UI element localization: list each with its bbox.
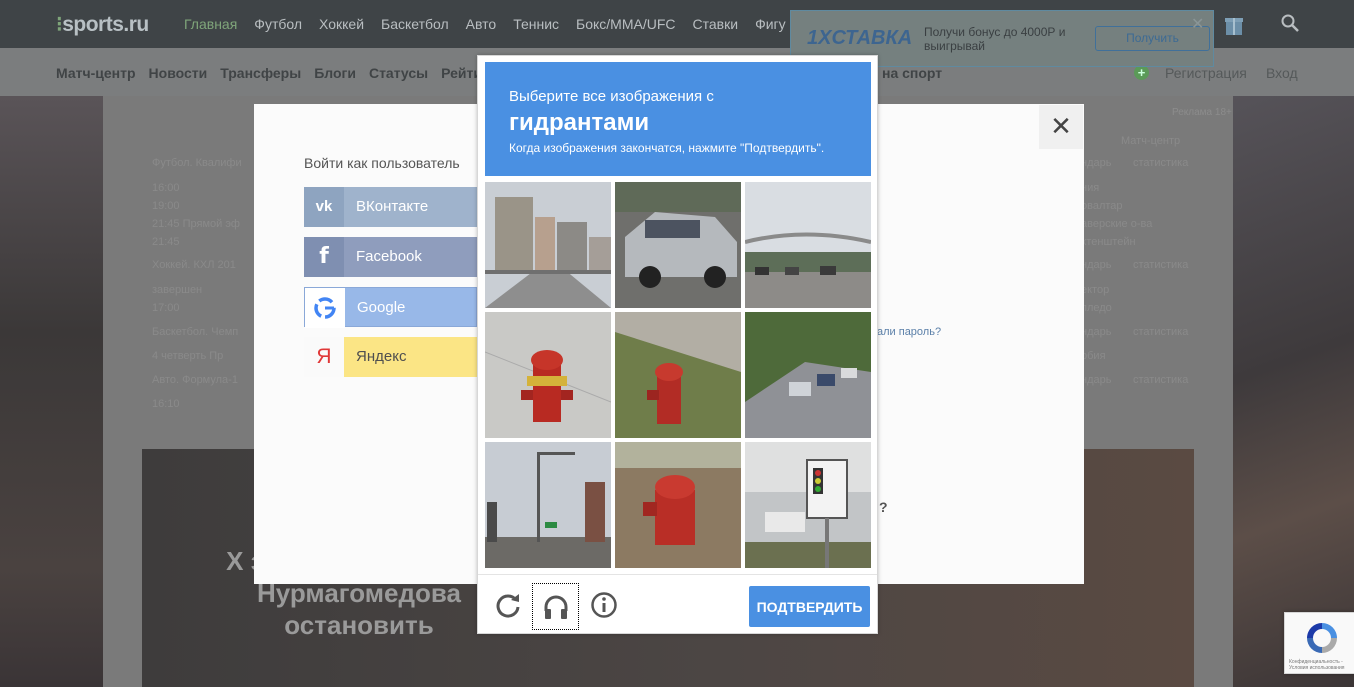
recaptcha-badge[interactable]: Конфиденциальность - Условия использован… bbox=[1284, 612, 1354, 674]
provider-label: Facebook bbox=[356, 248, 422, 265]
captcha-footer: ПОДТВЕРДИТЬ bbox=[478, 574, 877, 634]
match-row: ндарь bbox=[1081, 326, 1112, 338]
subnav-item[interactable]: на спорт bbox=[882, 65, 942, 81]
reload-icon[interactable] bbox=[494, 591, 522, 619]
captcha-tile-fire-hydrant-close[interactable] bbox=[485, 312, 611, 438]
match-row: Футбол. Квалифи bbox=[152, 157, 242, 169]
headphones-icon[interactable] bbox=[532, 583, 579, 630]
google-icon bbox=[305, 288, 345, 328]
ad-label: Реклама 18+ bbox=[1172, 107, 1232, 118]
nav-item[interactable]: Теннис bbox=[513, 16, 559, 32]
login-title: Войти как пользователь bbox=[304, 155, 460, 171]
match-row: Баскетбол. Чемп bbox=[152, 326, 239, 338]
provider-label: Google bbox=[357, 299, 406, 316]
nav-item[interactable]: Ставки bbox=[693, 16, 739, 32]
match-row: аверские о-ва bbox=[1081, 218, 1153, 230]
match-row: 16:00 bbox=[152, 182, 180, 194]
site-logo[interactable]: ⁝sports.ru bbox=[56, 12, 149, 37]
captcha-challenge: Выберите все изображения с гидрантами Ко… bbox=[477, 55, 878, 634]
subnav-item[interactable]: Матч-центр bbox=[56, 65, 136, 81]
match-row: пледо bbox=[1081, 302, 1112, 314]
verify-button[interactable]: ПОДТВЕРДИТЬ bbox=[749, 586, 870, 627]
side-background bbox=[0, 96, 103, 687]
match-row: ндарь bbox=[1081, 157, 1112, 169]
facebook-login-button[interactable]: f Facebook bbox=[304, 237, 477, 277]
match-row: Матч-центр bbox=[1121, 135, 1181, 147]
register-link[interactable]: Регистрация bbox=[1165, 65, 1247, 81]
captcha-tile-silver-car[interactable] bbox=[615, 182, 741, 308]
captcha-tile-city-street[interactable] bbox=[485, 182, 611, 308]
nav-item[interactable]: Бокс/ММА/UFC bbox=[576, 16, 675, 32]
close-icon[interactable]: ✕ bbox=[1191, 14, 1204, 34]
match-row: ндарь bbox=[1081, 374, 1112, 386]
captcha-target: гидрантами bbox=[509, 109, 650, 136]
subnav-item[interactable]: Новости bbox=[149, 65, 208, 81]
main-nav: Главная Футбол Хоккей Баскетбол Авто Тен… bbox=[184, 16, 786, 32]
modal-text: ? bbox=[879, 499, 888, 515]
close-icon[interactable]: ✕ bbox=[1039, 105, 1083, 149]
match-row: ектор bbox=[1081, 284, 1110, 296]
nav-item[interactable]: Баскетбол bbox=[381, 16, 449, 32]
match-row: 4 четверть Пр bbox=[152, 350, 224, 362]
plus-icon[interactable]: + bbox=[1134, 65, 1149, 80]
vk-login-button[interactable]: vk ВКонтакте bbox=[304, 187, 477, 227]
search-icon[interactable] bbox=[1281, 14, 1299, 32]
nav-item[interactable]: Главная bbox=[184, 16, 237, 32]
ad-text: Получи бонус до 4000Р и выигрывай bbox=[924, 25, 1066, 53]
yandex-icon: Я bbox=[304, 337, 344, 377]
match-row: завершен bbox=[152, 284, 203, 296]
nav-item[interactable]: Футбол bbox=[254, 16, 302, 32]
match-row: рбия bbox=[1081, 350, 1106, 362]
match-row: ндарь bbox=[1081, 259, 1112, 271]
match-row: овалтар bbox=[1081, 200, 1123, 212]
captcha-header: Выберите все изображения с гидрантами Ко… bbox=[485, 62, 871, 176]
match-row: статистика bbox=[1133, 374, 1189, 386]
subnav-item[interactable]: Статусы bbox=[369, 65, 428, 81]
match-row: 19:00 bbox=[152, 200, 180, 212]
nav-item[interactable]: Фигу bbox=[755, 16, 786, 32]
forgot-password-link[interactable]: али пароль? bbox=[877, 326, 941, 338]
sub-nav: Матч-центр Новости Трансферы Блоги Стату… bbox=[56, 65, 482, 81]
match-row: 21:45 bbox=[152, 236, 180, 248]
match-row: хтенштейн bbox=[1081, 236, 1136, 248]
recaptcha-terms[interactable]: Конфиденциальность - Условия использован… bbox=[1289, 659, 1354, 671]
captcha-instruction: Выберите все изображения с bbox=[509, 88, 714, 105]
ad-logo: 1XСТАВКА bbox=[807, 27, 913, 49]
captcha-tile-cars-road[interactable] bbox=[745, 312, 871, 438]
nav-item[interactable]: Авто bbox=[466, 16, 497, 32]
provider-label: ВКонтакте bbox=[356, 198, 429, 215]
subnav-item[interactable]: Блоги bbox=[314, 65, 356, 81]
recaptcha-icon bbox=[1307, 623, 1337, 653]
match-row: статистика bbox=[1133, 157, 1189, 169]
match-row: 21:45 Прямой эф bbox=[152, 218, 240, 230]
match-row: Хоккей. КХЛ 201 bbox=[152, 259, 236, 271]
captcha-tile-red-light-sign[interactable] bbox=[745, 442, 871, 568]
nav-item[interactable]: Хоккей bbox=[319, 16, 364, 32]
captcha-hint: Когда изображения закончатся, нажмите "П… bbox=[509, 141, 825, 155]
match-row: статистика bbox=[1133, 326, 1189, 338]
captcha-tile-fire-hydrant-grass[interactable] bbox=[615, 312, 741, 438]
login-link[interactable]: Вход bbox=[1266, 65, 1298, 81]
info-icon[interactable] bbox=[590, 591, 618, 619]
match-row: Авто. Формула-1 bbox=[152, 374, 238, 386]
match-row: статистика bbox=[1133, 259, 1189, 271]
match-row: 17:00 bbox=[152, 302, 180, 314]
yandex-login-button[interactable]: Я Яндекс bbox=[304, 337, 477, 377]
gift-icon[interactable] bbox=[1224, 12, 1244, 36]
captcha-tile-bridge-cars[interactable] bbox=[745, 182, 871, 308]
match-row: 16:10 bbox=[152, 398, 180, 410]
provider-label: Яндекс bbox=[356, 348, 407, 365]
side-background bbox=[1233, 96, 1354, 687]
captcha-grid bbox=[485, 182, 871, 568]
captcha-tile-street-traffic-light[interactable] bbox=[485, 442, 611, 568]
subnav-item[interactable]: Рейти bbox=[441, 65, 482, 81]
captcha-tile-fire-hydrant-dirt[interactable] bbox=[615, 442, 741, 568]
subnav-item[interactable]: Трансферы bbox=[220, 65, 301, 81]
google-login-button[interactable]: Google bbox=[304, 287, 477, 328]
facebook-icon: f bbox=[304, 237, 344, 277]
vk-icon: vk bbox=[304, 187, 344, 227]
